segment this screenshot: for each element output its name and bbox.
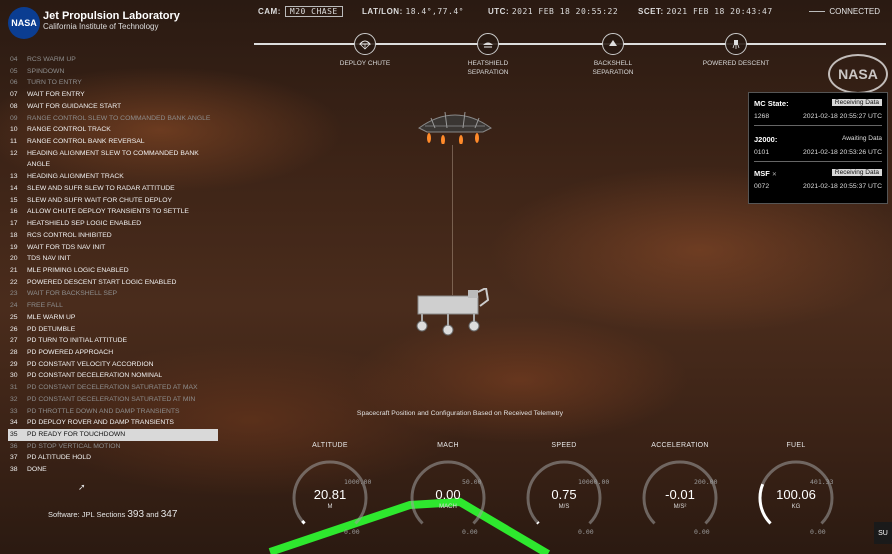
gauge-max: 200.00: [694, 478, 718, 486]
gauge-value: 0.75: [551, 487, 577, 502]
gauge-value: 20.81: [313, 487, 347, 502]
gauge-unit: M/S: [558, 504, 570, 510]
gauge-fill: [301, 519, 306, 525]
gauge-max: 401.33: [810, 478, 834, 486]
gauge-label: ALTITUDE: [312, 442, 348, 449]
gauge-speed: SPEED 0.75 M/S 10000.00 0.00: [516, 442, 612, 552]
gauge-label: ACCELERATION: [651, 442, 709, 449]
gauge-label: MACH: [437, 442, 459, 449]
gauge-max: 1000.00: [344, 478, 372, 486]
gauge-unit: M/S²: [673, 504, 687, 510]
gauge-unit: KG: [791, 504, 801, 510]
gauge-unit: M: [327, 504, 333, 510]
corner-badge[interactable]: SU: [874, 522, 892, 544]
gauge-altitude: ALTITUDE 20.81 M 1000.00 0.00: [282, 442, 378, 552]
gauge-fuel: FUEL 100.06 KG 401.33 0.00: [748, 442, 844, 552]
gauge-min: 0.00: [810, 528, 826, 536]
gauge-label: SPEED: [551, 442, 577, 449]
gauge-min: 0.00: [344, 528, 360, 536]
gauge-max: 50.00: [462, 478, 482, 486]
gauge-unit: MACH: [439, 504, 457, 510]
gauge-mach: MACH 0.00 MACH 50.00 0.00: [400, 442, 496, 552]
gauge-min: 0.00: [694, 528, 710, 536]
gauge-value: 100.06: [776, 487, 816, 502]
gauge-label: FUEL: [786, 442, 806, 449]
gauge-value: 0.00: [435, 487, 461, 502]
gauge-min: 0.00: [462, 528, 478, 536]
gauge-value: -0.01: [665, 487, 695, 502]
gauge-fill: [536, 521, 540, 525]
gauge-acceleration: ACCELERATION -0.01 M/S² 200.00 0.00: [632, 442, 728, 552]
gauge-max: 10000.00: [578, 478, 610, 486]
gauge-min: 0.00: [578, 528, 594, 536]
